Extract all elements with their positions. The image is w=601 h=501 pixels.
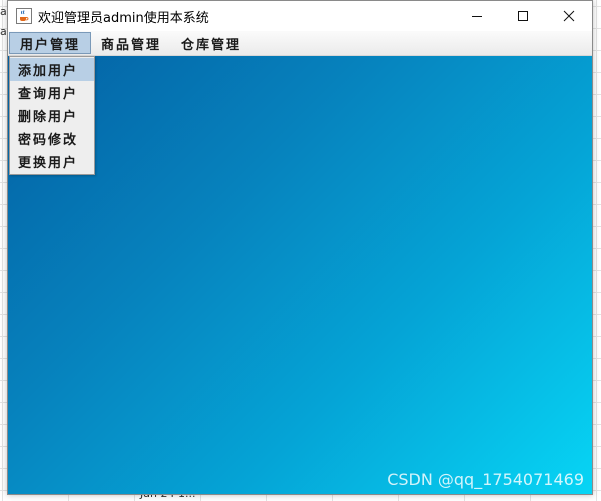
minimize-button[interactable] <box>454 1 500 31</box>
window-controls <box>454 1 592 31</box>
menu-item-delete-user[interactable]: 删除用户 <box>10 104 94 127</box>
app-window: 欢迎管理员admin使用本系统 用户管理 商品管理 仓库管理 CSDN @qq_… <box>7 0 593 495</box>
maximize-icon <box>517 7 529 26</box>
menu-user-management[interactable]: 用户管理 <box>9 32 92 54</box>
maximize-button[interactable] <box>500 1 546 31</box>
menu-item-label: 更换用户 <box>18 156 79 171</box>
watermark-text: CSDN @qq_1754071469 <box>387 470 584 489</box>
menu-item-label: 添加用户 <box>18 64 79 79</box>
java-coffee-icon <box>16 8 32 24</box>
window-title: 欢迎管理员admin使用本系统 <box>38 10 209 26</box>
menu-item-query-user[interactable]: 查询用户 <box>10 81 94 104</box>
user-management-dropdown: 添加用户 查询用户 删除用户 密码修改 更换用户 <box>9 56 95 175</box>
menu-item-label: 查询用户 <box>18 87 79 102</box>
menu-label: 仓库管理 <box>181 37 242 53</box>
menu-product-management[interactable]: 商品管理 <box>91 31 171 55</box>
menu-label: 商品管理 <box>101 37 162 53</box>
background-cell-text: a <box>0 5 7 18</box>
title-bar[interactable]: 欢迎管理员admin使用本系统 <box>8 1 592 31</box>
close-icon <box>563 7 575 26</box>
menu-item-switch-user[interactable]: 更换用户 <box>10 150 94 173</box>
menu-label: 用户管理 <box>20 37 81 53</box>
menu-warehouse-management[interactable]: 仓库管理 <box>171 31 251 55</box>
menu-item-label: 删除用户 <box>18 110 79 125</box>
close-button[interactable] <box>546 1 592 31</box>
menu-item-label: 密码修改 <box>18 133 79 148</box>
background-cell-text: a <box>0 25 7 38</box>
menu-item-change-password[interactable]: 密码修改 <box>10 127 94 150</box>
menu-bar: 用户管理 商品管理 仓库管理 <box>8 31 592 56</box>
minimize-icon <box>471 7 483 26</box>
main-content-pane: CSDN @qq_1754071469 <box>8 56 592 494</box>
menu-item-add-user[interactable]: 添加用户 <box>10 58 94 81</box>
